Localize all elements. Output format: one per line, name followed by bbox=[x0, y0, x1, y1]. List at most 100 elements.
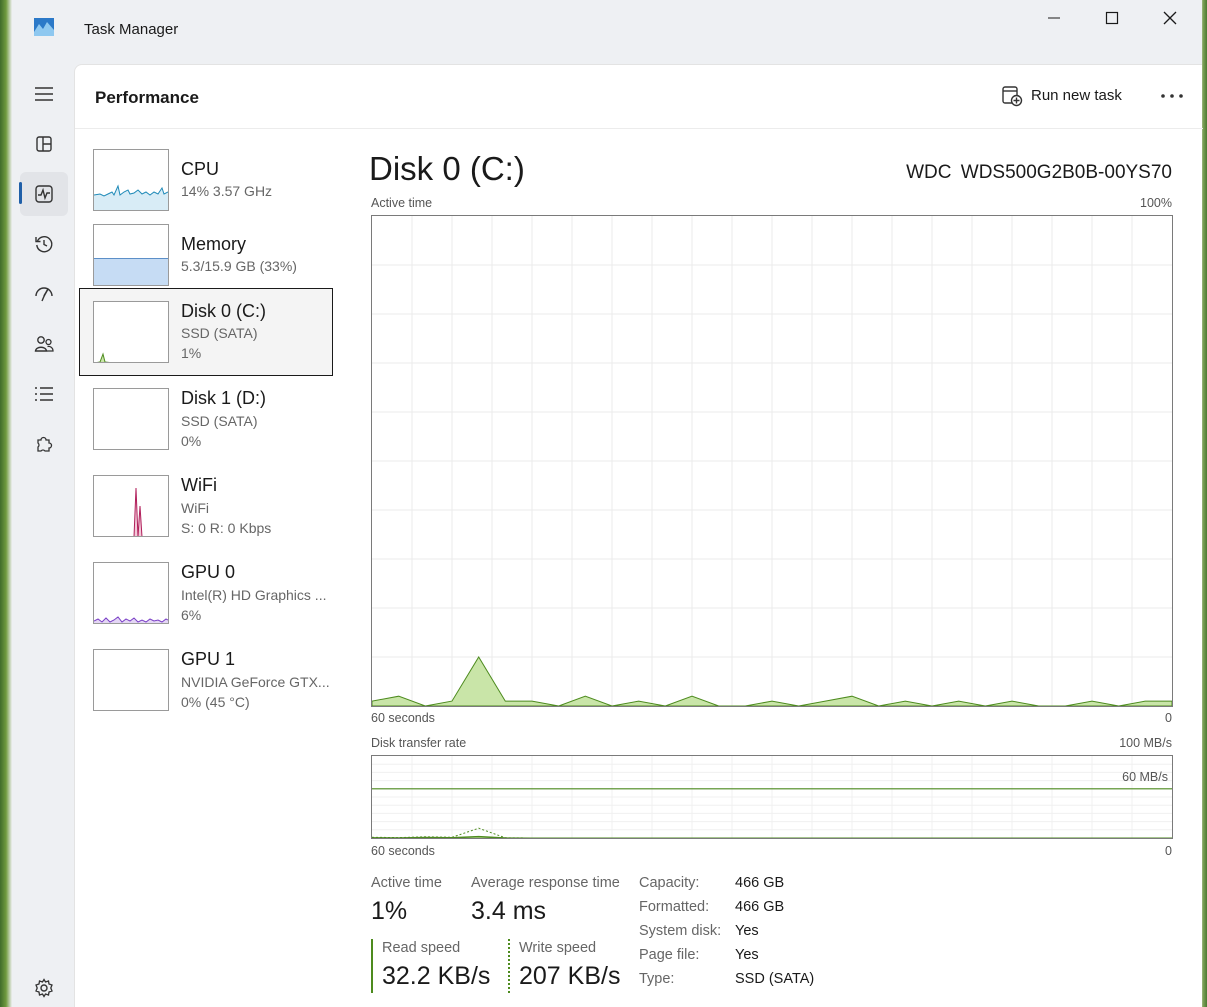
resource-usage: S: 0 R: 0 Kbps bbox=[181, 520, 272, 536]
active-time-chart bbox=[371, 216, 1173, 707]
active-time-label: Active time bbox=[371, 875, 442, 891]
services-puzzle-icon bbox=[37, 436, 53, 452]
hamburger-menu-icon bbox=[35, 87, 53, 101]
resource-detail: SSD (SATA) bbox=[181, 325, 258, 341]
resource-disk-0[interactable]: Disk 0 (C:) SSD (SATA) 1% bbox=[79, 288, 333, 376]
resource-detail: Intel(R) HD Graphics ... bbox=[181, 587, 327, 603]
page-file-label: Page file: bbox=[639, 947, 700, 963]
resource-disk-1[interactable]: Disk 1 (D:) SSD (SATA) 0% bbox=[79, 377, 333, 465]
cpu-thumbnail-graph bbox=[94, 184, 168, 210]
resource-wifi[interactable]: WiFi WiFi S: 0 R: 0 Kbps bbox=[79, 464, 333, 552]
run-new-task-label: Run new task bbox=[1031, 87, 1122, 104]
capacity-label: Capacity: bbox=[639, 875, 700, 891]
resource-detail: 5.3/15.9 GB (33%) bbox=[181, 258, 297, 274]
nav-menu-button[interactable] bbox=[20, 72, 68, 116]
gpu-0-thumbnail-graph bbox=[94, 616, 168, 623]
more-options-icon bbox=[1161, 94, 1183, 98]
resource-detail: SSD (SATA) bbox=[181, 413, 258, 429]
startup-speedometer-icon bbox=[35, 287, 53, 302]
disk-model: WDC WDS500G2B0B-00YS70 bbox=[906, 162, 1172, 183]
resource-name: Disk 0 (C:) bbox=[181, 301, 266, 321]
resource-usage: 6% bbox=[181, 607, 202, 623]
resource-gpu-0[interactable]: GPU 0 Intel(R) HD Graphics ... 6% bbox=[79, 550, 333, 638]
nav-startup-apps[interactable] bbox=[20, 272, 68, 316]
performance-icon bbox=[35, 185, 53, 203]
resource-detail: NVIDIA GeForce GTX... bbox=[181, 674, 330, 690]
nav-services[interactable] bbox=[20, 422, 68, 466]
resource-name: GPU 1 bbox=[181, 649, 236, 669]
more-options-button[interactable] bbox=[1157, 85, 1187, 107]
main-panel: Performance Run new task CPU 14% 3.57 GH… bbox=[74, 64, 1203, 1007]
page-file-value: Yes bbox=[735, 947, 759, 963]
resource-usage: 1% bbox=[181, 345, 202, 361]
transfer-rate-graph: 60 MB/s bbox=[371, 755, 1173, 839]
formatted-label: Formatted: bbox=[639, 899, 710, 915]
active-time-graph bbox=[371, 215, 1173, 707]
resource-gpu-1[interactable]: GPU 1 NVIDIA GeForce GTX... 0% (45 °C) bbox=[79, 637, 333, 725]
read-speed-value: 32.2 KB/s bbox=[382, 962, 491, 990]
users-icon bbox=[34, 336, 54, 352]
cpu-thumbnail bbox=[93, 149, 169, 211]
minimize-icon bbox=[1048, 17, 1060, 19]
memory-thumbnail-fill bbox=[94, 258, 168, 285]
read-speed-indicator bbox=[371, 939, 373, 993]
active-time-x-right: 0 bbox=[1165, 711, 1172, 725]
wifi-thumbnail bbox=[93, 475, 169, 537]
page-title: Performance bbox=[95, 88, 199, 107]
minimize-button[interactable] bbox=[1032, 6, 1078, 32]
resource-usage: 0% (45 °C) bbox=[181, 694, 250, 710]
nav-performance[interactable] bbox=[20, 172, 68, 216]
disk-0-thumbnail bbox=[93, 301, 169, 363]
active-time-x-left: 60 seconds bbox=[371, 711, 435, 725]
nav-settings[interactable] bbox=[20, 966, 68, 1007]
resource-name: CPU bbox=[181, 159, 220, 179]
nav-details[interactable] bbox=[20, 372, 68, 416]
window-title: Task Manager bbox=[84, 21, 179, 38]
transfer-x-left: 60 seconds bbox=[371, 844, 435, 858]
write-speed-label: Write speed bbox=[519, 940, 597, 956]
resource-detail: 14% 3.57 GHz bbox=[181, 183, 273, 199]
gpu-1-thumbnail bbox=[93, 649, 169, 711]
history-icon bbox=[35, 236, 53, 253]
close-button[interactable] bbox=[1148, 6, 1194, 32]
transfer-graph-max: 100 MB/s bbox=[1119, 736, 1172, 750]
task-manager-window: Task Manager Performance Run new task CP… bbox=[12, 0, 1203, 1007]
gpu-0-thumbnail bbox=[93, 562, 169, 624]
transfer-graph-label: Disk transfer rate bbox=[371, 736, 467, 750]
avg-response-label: Average response time bbox=[471, 875, 620, 891]
avg-response-value: 3.4 ms bbox=[471, 897, 547, 925]
panel-header: Performance Run new task bbox=[75, 65, 1203, 129]
close-icon bbox=[1163, 11, 1177, 25]
disk-0-thumbnail-graph bbox=[96, 352, 110, 362]
processes-icon bbox=[36, 136, 52, 152]
capacity-value: 466 GB bbox=[735, 875, 785, 891]
formatted-value: 466 GB bbox=[735, 899, 785, 915]
nav-users[interactable] bbox=[20, 322, 68, 366]
system-disk-label: System disk: bbox=[639, 923, 722, 939]
active-time-graph-max: 100% bbox=[1140, 196, 1172, 210]
nav-processes[interactable] bbox=[20, 122, 68, 166]
type-value: SSD (SATA) bbox=[735, 971, 815, 987]
resource-name: Disk 1 (D:) bbox=[181, 388, 266, 408]
resource-name: GPU 0 bbox=[181, 562, 236, 582]
disk-title: Disk 0 (C:) bbox=[369, 150, 525, 187]
active-nav-indicator bbox=[19, 182, 22, 204]
transfer-reference-label: 60 MB/s bbox=[1122, 770, 1168, 784]
resource-detail: WiFi bbox=[181, 500, 209, 516]
disk-1-thumbnail bbox=[93, 388, 169, 450]
active-time-graph-label: Active time bbox=[371, 196, 433, 210]
active-time-value: 1% bbox=[371, 897, 408, 925]
nav-app-history[interactable] bbox=[20, 222, 68, 266]
details-list-icon bbox=[35, 387, 53, 401]
memory-thumbnail bbox=[93, 224, 169, 286]
maximize-button[interactable] bbox=[1090, 6, 1136, 32]
resource-usage: 0% bbox=[181, 433, 202, 449]
read-speed-label: Read speed bbox=[382, 940, 461, 956]
run-task-icon bbox=[1002, 86, 1023, 107]
settings-gear-icon bbox=[35, 978, 53, 998]
write-speed-indicator bbox=[508, 939, 510, 993]
resource-name: WiFi bbox=[181, 475, 217, 495]
system-disk-value: Yes bbox=[735, 923, 759, 939]
maximize-icon bbox=[1105, 11, 1119, 25]
transfer-rate-chart bbox=[371, 756, 1172, 839]
